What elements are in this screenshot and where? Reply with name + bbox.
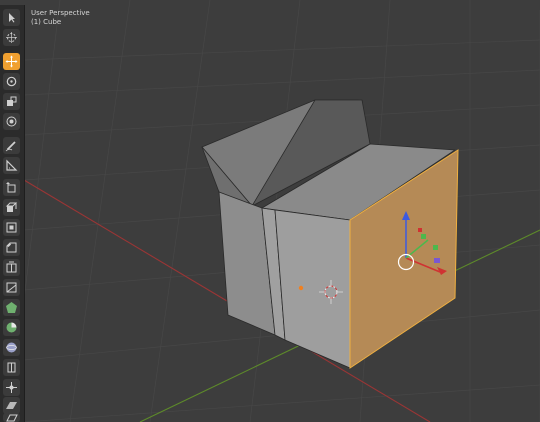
edge-slide-tool-button[interactable] <box>3 359 20 376</box>
poly-build-icon <box>6 302 17 313</box>
scale-tool-button[interactable] <box>3 93 20 110</box>
rip-region-icon <box>6 414 18 422</box>
bevel-tool-button[interactable] <box>3 239 20 256</box>
shear-icon <box>6 402 17 409</box>
spin-tool-button[interactable] <box>3 319 20 336</box>
knife-tool-button[interactable] <box>3 279 20 296</box>
extrude-tool-button[interactable] <box>3 199 20 216</box>
knife-icon <box>6 282 17 293</box>
bevel-icon <box>6 242 17 253</box>
rip-tool-button[interactable] <box>3 413 20 422</box>
smooth-sphere-icon <box>6 342 17 353</box>
ruler-icon <box>6 159 18 171</box>
shear-tool-button[interactable] <box>3 397 20 414</box>
inset-icon <box>6 222 17 233</box>
edge-slide-icon <box>7 362 16 373</box>
smooth-tool-button[interactable] <box>3 339 20 356</box>
move-arrows-icon <box>5 55 18 68</box>
rotate-icon <box>6 76 17 87</box>
view-name-label: User Perspective <box>31 9 90 17</box>
shrink-fatten-tool-button[interactable] <box>3 379 20 396</box>
extrude-icon <box>5 202 18 212</box>
cursor-tool-button[interactable] <box>3 29 20 46</box>
object-origin-icon <box>298 285 304 291</box>
rotate-tool-button[interactable] <box>3 73 20 90</box>
select-tool-button[interactable] <box>3 9 20 26</box>
transform-icon <box>6 116 17 127</box>
scene-render[interactable] <box>0 0 540 422</box>
shrink-fatten-icon <box>6 382 17 393</box>
pencil-icon <box>5 141 16 152</box>
loop-cut-tool-button[interactable] <box>3 259 20 276</box>
add-cube-tool-button[interactable] <box>3 179 20 196</box>
inset-tool-button[interactable] <box>3 219 20 236</box>
active-object-label: (1) Cube <box>31 18 62 26</box>
loop-cut-icon <box>6 261 17 273</box>
measure-tool-button[interactable] <box>3 157 20 174</box>
3d-viewport[interactable]: User Perspective (1) Cube <box>0 0 540 422</box>
3d-cursor-icon <box>6 32 17 43</box>
add-cube-icon <box>6 182 16 193</box>
spin-icon <box>6 322 17 333</box>
cursor-arrow-icon <box>9 13 15 23</box>
scale-icon <box>7 96 17 106</box>
transform-tool-button[interactable] <box>3 113 20 130</box>
move-tool-button[interactable] <box>3 53 20 70</box>
poly-build-tool-button[interactable] <box>3 299 20 316</box>
annotate-tool-button[interactable] <box>3 137 20 154</box>
tool-shelf <box>0 5 25 422</box>
